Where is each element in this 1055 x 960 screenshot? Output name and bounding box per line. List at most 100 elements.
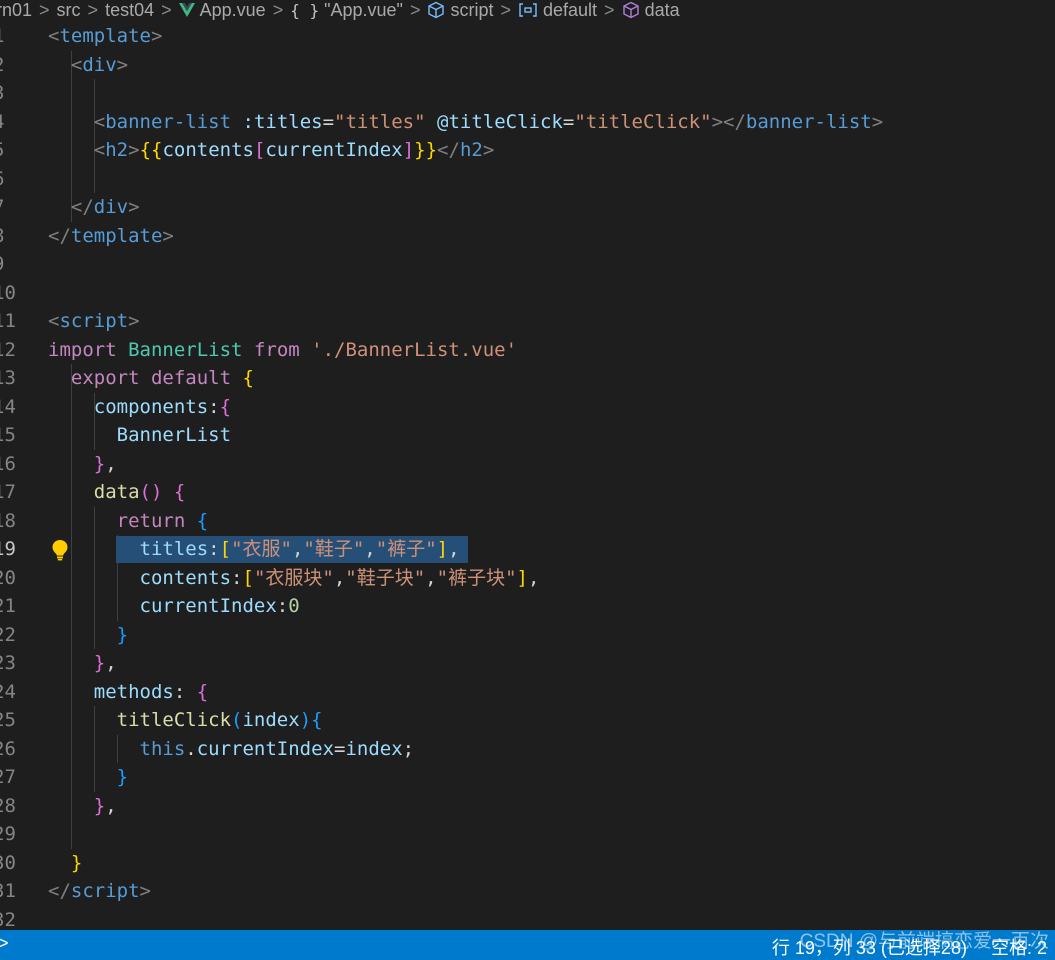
code-text: <script> [48, 310, 140, 332]
code-text: contents:["衣服块","鞋子块","裤子块"], [139, 566, 540, 589]
line-number: 17 [0, 481, 16, 503]
line-number: 6 [0, 165, 13, 194]
code-line[interactable]: 8 </template> [0, 222, 1055, 251]
code-line[interactable]: 13 export default { [0, 364, 1055, 393]
code-line[interactable]: 15 BannerList [0, 421, 1055, 450]
breadcrumb-item[interactable]: test04 [105, 0, 154, 20]
code-line[interactable]: 29 [0, 820, 1055, 849]
code-text: methods: { [93, 680, 209, 703]
code-line[interactable]: 18 return { [0, 507, 1055, 536]
code-line[interactable]: 19 titles:["衣服","鞋子","裤子"], [0, 535, 1055, 564]
breadcrumb-item[interactable]: script [427, 0, 493, 20]
code-line[interactable]: 28 }, [0, 792, 1055, 821]
code-line[interactable]: 24 methods: { [0, 678, 1055, 707]
line-number: 10 [0, 281, 16, 304]
chevron-right-icon: > [409, 0, 421, 20]
breadcrumb-item[interactable]: default [518, 0, 597, 20]
vue-icon [178, 3, 195, 17]
code-line[interactable]: 30 } [0, 849, 1055, 878]
line-number: 24 [0, 680, 16, 703]
breadcrumb-item[interactable]: App.vue [178, 0, 266, 20]
code-line[interactable]: 10 [0, 279, 1055, 308]
code-text: <h2>{{contents[currentIndex]}}</h2> [93, 139, 495, 161]
line-number: 8 [0, 222, 13, 251]
code-line[interactable]: 5 <h2>{{contents[currentIndex]}}</h2> [0, 136, 1055, 165]
code-text: </script> [48, 880, 151, 902]
line-number: 9 [0, 250, 13, 279]
breadcrumb-item[interactable]: { } "App.vue" [290, 0, 403, 20]
cube-icon [622, 1, 640, 19]
line-number: 25 [0, 709, 16, 731]
line-number: 11 [0, 310, 16, 332]
code-text: }, [93, 794, 117, 817]
breadcrumb-label: rn01 [0, 0, 33, 20]
line-number: 18 [0, 509, 16, 532]
code-line[interactable]: 16 }, [0, 450, 1055, 479]
code-line[interactable]: 11 <script> [0, 307, 1055, 336]
line-number: 5 [0, 136, 13, 165]
code-text: <banner-list :titles="titles" @titleClic… [93, 110, 884, 133]
line-number: 19 [0, 538, 16, 560]
code-line[interactable]: 14 components:{ [0, 393, 1055, 422]
code-line[interactable]: 21 currentIndex:0 [0, 592, 1055, 621]
code-line[interactable]: 22 } [0, 621, 1055, 650]
breadcrumb-label: App.vue [199, 0, 266, 20]
code-editor[interactable]: 1<template>2 <div>34 <banner-list :title… [0, 22, 1055, 930]
line-number: 3 [0, 79, 13, 108]
code-line[interactable]: 12 import BannerList from './BannerList.v… [0, 336, 1055, 365]
code-line[interactable]: 25 titleClick(index){ [0, 706, 1055, 735]
code-line[interactable]: 20 contents:["衣服块","鞋子块","裤子块"], [0, 564, 1055, 593]
code-line[interactable]: 4 <banner-list :titles="titles" @titleCl… [0, 108, 1055, 137]
code-line[interactable]: 2 <div> [0, 51, 1055, 80]
line-number: 29 [0, 823, 16, 845]
code-line[interactable]: 3 [0, 79, 1055, 108]
breadcrumb-item[interactable]: rn01 [0, 0, 32, 20]
code-line[interactable]: 17 data() { [0, 478, 1055, 507]
code-text: </template> [48, 224, 174, 247]
line-number: 12 [0, 338, 16, 361]
chevron-right-icon: > [500, 0, 511, 20]
breadcrumb-item[interactable]: data [622, 0, 680, 20]
line-number: 32 [0, 908, 16, 931]
code-line[interactable]: 23 }, [0, 649, 1055, 678]
code-line[interactable]: 9 [0, 250, 1055, 279]
line-number: 4 [0, 108, 13, 137]
lightbulb-icon[interactable] [51, 539, 69, 565]
line-number: 26 [0, 737, 16, 760]
code-text: components:{ [93, 395, 232, 418]
line-number: 30 [0, 851, 16, 874]
cube-icon [427, 1, 445, 19]
chevron-right-icon: > [87, 0, 99, 20]
status-bar: > CSDN @与前端搞恋爱一百次 行 19，列 33 (已选择28) 空格: … [0, 930, 1055, 960]
code-text: titleClick(index){ [116, 709, 323, 731]
code-line[interactable]: 1 <template> [0, 22, 1055, 51]
code-line[interactable]: 6 [0, 165, 1055, 194]
breadcrumb-item[interactable]: src [57, 0, 81, 20]
line-number: 1 [0, 22, 13, 51]
code-text: </div> [70, 196, 140, 218]
line-number: 21 [0, 595, 16, 617]
line-number: 22 [0, 623, 16, 646]
code-text: import BannerList from './BannerList.vue… [48, 338, 518, 361]
code-line[interactable]: 27 } [0, 763, 1055, 792]
chevron-right-icon: > [39, 0, 50, 20]
breadcrumb-label: test04 [105, 0, 155, 20]
code-text: return { [116, 509, 209, 532]
line-number: 23 [0, 652, 16, 674]
code-text: }, [93, 452, 117, 475]
code-line[interactable]: 31 </script> [0, 877, 1055, 906]
line-number: 7 [0, 193, 13, 222]
remote-indicator-icon[interactable]: > [0, 933, 9, 954]
indent-setting[interactable]: 空格: 2 [991, 938, 1047, 958]
line-number: 31 [0, 880, 16, 902]
code-text: BannerList [116, 424, 232, 446]
line-number: 28 [0, 794, 16, 817]
code-line[interactable]: 7 </div> [0, 193, 1055, 222]
breadcrumb-label: default [543, 0, 598, 20]
code-line[interactable]: 26 this.currentIndex=index; [0, 735, 1055, 764]
cursor-position[interactable]: 行 19，列 33 (已选择28) [772, 938, 967, 958]
code-text: export default { [70, 367, 254, 389]
code-text: data() { [93, 481, 186, 503]
line-number: 27 [0, 766, 16, 788]
code-text: }, [93, 652, 117, 674]
